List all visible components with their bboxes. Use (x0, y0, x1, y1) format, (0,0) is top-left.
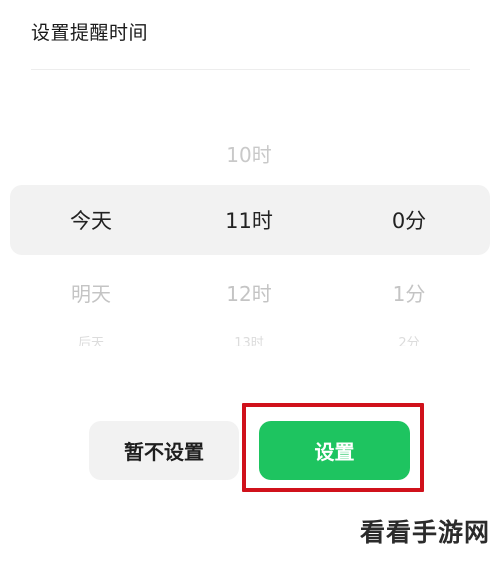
minute-option-selected[interactable]: 0分 (339, 205, 479, 235)
hour-option-prev[interactable]: 10时 (179, 139, 319, 168)
day-option-next[interactable]: 明天 (21, 278, 161, 307)
skip-button[interactable]: 暂不设置 (89, 421, 239, 480)
hour-option-next[interactable]: 12时 (179, 278, 319, 307)
day-option-selected[interactable]: 今天 (21, 205, 161, 235)
minute-option-next2[interactable]: 2分 (339, 334, 479, 346)
annotation-highlight-box (242, 403, 424, 492)
minute-option-next[interactable]: 1分 (339, 278, 479, 307)
hour-option-selected[interactable]: 11时 (179, 205, 319, 235)
hour-option-next2[interactable]: 13时 (179, 334, 319, 346)
watermark-text: 看看手游网 (359, 518, 490, 547)
day-option-next2[interactable]: 后天 (21, 334, 161, 346)
